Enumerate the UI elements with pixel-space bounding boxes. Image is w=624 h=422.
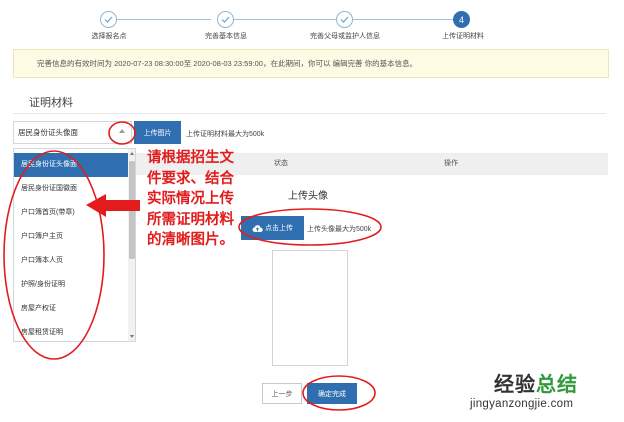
watermark-brand-part1: 经验 [494,372,536,396]
section-divider [13,113,606,114]
avatar-size-hint: 上传头像最大为500k [307,226,372,233]
step-3-check-icon [336,11,353,28]
cloud-upload-icon [252,224,263,232]
step-2-label: 完善基本信息 [205,33,247,40]
dropdown-scrollbar[interactable] [128,149,135,341]
validity-notice: 完善信息的有效时间为 2020-07-23 08:30:00至 2020-08-… [13,49,609,78]
scroll-down-icon[interactable] [130,335,134,338]
upload-image-button[interactable]: 上传图片 [134,121,181,144]
step-4-number: 4 [453,11,470,28]
previous-step-button[interactable]: 上一步 [262,383,302,404]
step-4-label: 上传证明材料 [442,33,484,40]
avatar-preview [272,250,348,366]
confirm-button[interactable]: 确定完成 [307,383,357,404]
dropdown-option[interactable]: 户口簿本人页 [14,249,128,273]
dropdown-option[interactable]: 居民身份证国徽面 [14,177,128,201]
material-type-value: 居民身份证头像面 [18,128,78,137]
step-1-check-icon [100,11,117,28]
caret-up-icon [119,129,125,133]
dropdown-option[interactable]: 居民身份证头像面 [14,153,128,177]
dropdown-option[interactable]: 户口簿户主页 [14,225,128,249]
watermark-brand-part2: 总结 [536,372,578,396]
column-action: 操作 [444,160,458,167]
avatar-upload-button[interactable]: 点击上传 [241,216,304,240]
step-connector [234,19,336,20]
column-status: 状态 [274,160,288,167]
upload-size-hint: 上传证明材料最大为500k [186,131,265,138]
step-connector [353,19,453,20]
watermark-url: jingyanzongjie.com [470,398,574,410]
step-1-label: 选择报名点 [91,33,127,40]
dropdown-option[interactable]: 护照/身份证明 [14,273,128,297]
scroll-up-icon[interactable] [130,152,134,155]
material-type-dropdown[interactable]: 居民身份证头像面 居民身份证国徽面 户口簿首页(带章) 户口簿户主页 户口簿本人… [13,148,136,342]
avatar-section-title: 上传头像 [288,191,328,202]
dropdown-option[interactable]: 户口簿首页(带章) [14,201,128,225]
step-connector [117,19,211,20]
step-2-check-icon [217,11,234,28]
scrollbar-thumb[interactable] [129,161,135,259]
dropdown-option[interactable]: 房屋产权证 [14,297,128,321]
section-title: 证明材料 [29,97,73,109]
watermark-brand: 经验总结 [494,368,578,397]
avatar-upload-label: 点击上传 [265,225,293,232]
annotation-text: 请根据招生文件要求、结合实际情况上传所需证明材料的清晰图片。 [147,149,234,248]
material-type-select[interactable]: 居民身份证头像面 [13,121,132,144]
step-3-label: 完善父母或监护人信息 [310,33,380,40]
dropdown-option[interactable]: 房屋租赁证明 [14,321,128,341]
